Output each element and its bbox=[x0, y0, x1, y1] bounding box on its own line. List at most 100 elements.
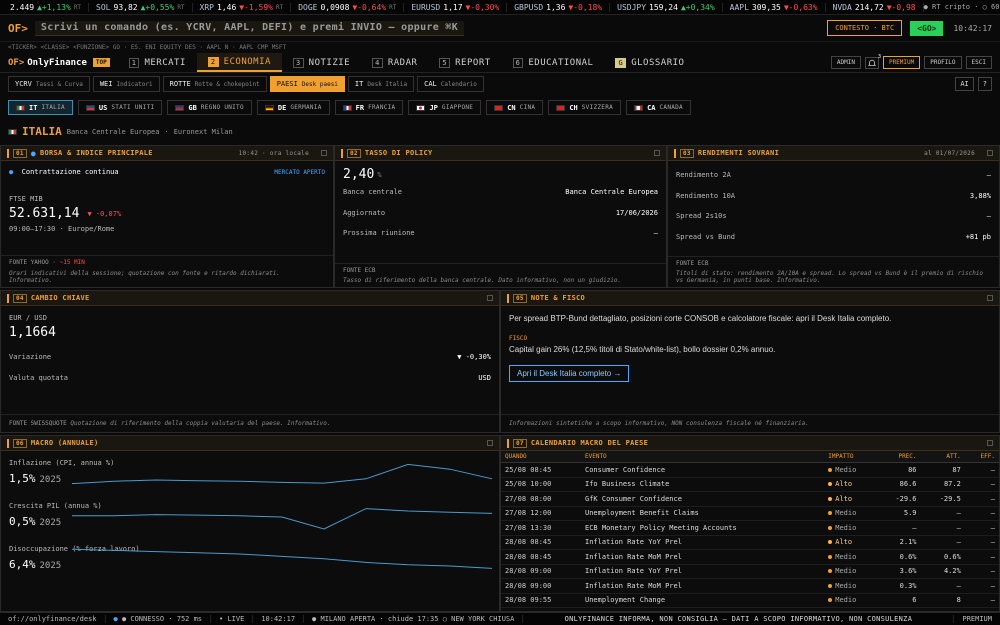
expand-icon[interactable] bbox=[487, 295, 493, 301]
row-label: Valuta quotata bbox=[9, 373, 69, 382]
calendar-cell: 86.6 bbox=[876, 477, 921, 492]
impact-dot-icon bbox=[828, 467, 833, 472]
panel-number: 02 bbox=[347, 148, 361, 158]
ticker-symbol: AAPL bbox=[729, 2, 749, 12]
subtab-rotte[interactable]: ROTTE Rotte & chokepoint bbox=[162, 76, 267, 92]
ticker-item[interactable]: XRP 1,46 ▼-1,59% RT bbox=[193, 2, 292, 12]
calendar-cell: Inflation Rate MoM Prel bbox=[581, 578, 825, 594]
country-code: JP bbox=[429, 103, 438, 112]
tab-economia[interactable]: 2 ECONOMIA bbox=[196, 53, 282, 72]
country-code: CH bbox=[569, 103, 578, 112]
calendar-cell: 3.6% bbox=[876, 564, 921, 579]
country-fr[interactable]: FR FRANCIA bbox=[334, 100, 404, 115]
tab-glossario[interactable]: G GLOSSARIO bbox=[604, 53, 695, 72]
country-ca[interactable]: CA CANADA bbox=[626, 100, 691, 115]
data-row: Rendimento 10A 3,88% bbox=[668, 186, 999, 207]
ai-button[interactable]: AI bbox=[955, 77, 974, 91]
calendar-row[interactable]: 25/08 10:00 Ifo Business Climate Alto 86.6 8… bbox=[501, 477, 999, 492]
row-label: Prossima riunione bbox=[343, 229, 415, 238]
row-value: — bbox=[653, 229, 658, 238]
tab-notizie[interactable]: 3 NOTIZIE bbox=[282, 53, 361, 72]
ticker-item[interactable]: 2.449 ▲+1,13% RT bbox=[0, 2, 90, 12]
tab-mercati[interactable]: 1 MERCATI bbox=[118, 53, 197, 72]
country-name: ITALIA bbox=[41, 104, 65, 111]
tab-report[interactable]: 5 REPORT bbox=[428, 53, 501, 72]
expand-icon[interactable] bbox=[321, 150, 327, 156]
country-de[interactable]: DE GERMANIA bbox=[256, 100, 330, 115]
calendar-cell: 2.1% bbox=[876, 535, 921, 550]
calendar-row[interactable]: 28/08 08:45 Inflation Rate YoY Prel Alto 2.… bbox=[501, 535, 999, 550]
context-button[interactable]: CONTESTO · BTC bbox=[827, 20, 903, 36]
expand-icon[interactable] bbox=[654, 150, 660, 156]
subtab-wei[interactable]: WEI Indicatori bbox=[92, 76, 160, 92]
subtab-code: ROTTE bbox=[169, 80, 191, 88]
help-button[interactable]: ? bbox=[977, 77, 992, 91]
subtab-label: Rotte & chokepoint bbox=[194, 80, 260, 88]
ticker-item[interactable]: GBPUSD 1,36 ▼-0,18% bbox=[507, 2, 611, 12]
calendar-row[interactable]: 28/08 08:45 Inflation Rate MoM Prel Medio 0… bbox=[501, 549, 999, 565]
tab-label: MERCATI bbox=[144, 57, 186, 68]
calendar-cell: Medio bbox=[824, 506, 877, 521]
calendar-cell: 28/08 09:55 bbox=[501, 593, 581, 608]
panel-note: Quotazione di riferimento della coppia v… bbox=[70, 420, 331, 427]
country-it[interactable]: IT ITALIA bbox=[8, 100, 73, 115]
ticker-symbol: USDJPY bbox=[617, 2, 647, 12]
admin-button[interactable]: ADMIN bbox=[830, 56, 861, 69]
calendar-row[interactable]: 28/08 09:00 Inflation Rate MoM Prel Medio 0… bbox=[501, 578, 999, 594]
calendar-cell: Consumer Confidence bbox=[581, 462, 825, 478]
expand-icon[interactable] bbox=[487, 440, 493, 446]
ticker-item[interactable]: SOL 93,82 ▲+0,55% RT bbox=[89, 2, 193, 12]
country-gb[interactable]: GB REGNO UNITO bbox=[167, 100, 252, 115]
row-value: — bbox=[986, 212, 991, 221]
premium-button[interactable]: PREMIUM bbox=[882, 56, 921, 69]
ticker-strip: 2.449 ▲+1,13% RT SOL 93,82 ▲+0,55% RT XRP 1,46 ▼-… bbox=[0, 0, 1000, 15]
go-button[interactable]: <GO> bbox=[910, 20, 944, 36]
calendar-row[interactable]: 27/08 12:00 Unemployment Benefit Claims Me… bbox=[501, 506, 999, 521]
impact-label: Medio bbox=[835, 596, 857, 605]
profile-button[interactable]: PROFILO bbox=[924, 56, 962, 69]
command-input[interactable]: Scrivi un comando (es. YCRV, AAPL, DEFI)… bbox=[34, 20, 465, 36]
country-ch[interactable]: CH SVIZZERA bbox=[548, 100, 622, 115]
expand-icon[interactable] bbox=[987, 150, 993, 156]
ticker-item[interactable]: NVDA 214,72 ▼-0,98 bbox=[826, 2, 924, 12]
calendar-row[interactable]: 25/08 08:45 Consumer Confidence Medio 86 87— bbox=[501, 462, 999, 478]
subtab-label: Indicatori bbox=[116, 80, 153, 88]
ticker-item[interactable]: USDJPY 159,24 ▲+0,34% bbox=[610, 2, 723, 12]
subtab-paesi[interactable]: PAESI Desk paesi bbox=[269, 76, 345, 92]
expand-icon[interactable] bbox=[987, 295, 993, 301]
open-desk-italia-button[interactable]: Apri il Desk Italia completo → bbox=[509, 365, 630, 382]
ticker-item[interactable]: EURUSD 1,17 ▼-0,30% bbox=[404, 2, 508, 12]
expand-icon[interactable] bbox=[987, 440, 993, 446]
data-row: Banca centrale Banca Centrale Europea bbox=[335, 182, 666, 203]
tab-educational[interactable]: 6 EDUCATIONAL bbox=[502, 53, 605, 72]
ticker-item[interactable]: AAPL 309,35 ▼-0,63% bbox=[723, 2, 826, 12]
subtab-cal[interactable]: CAL Calendario bbox=[417, 76, 484, 92]
country-cn[interactable]: CN CINA bbox=[486, 100, 544, 115]
sparkline-line bbox=[72, 508, 493, 530]
market-hours: ● MILANO APERTA · chiude 17:35 ○ NEW YOR… bbox=[304, 615, 524, 623]
calendar-cell: — bbox=[964, 520, 999, 536]
subtab-it[interactable]: IT Desk Italia bbox=[347, 76, 415, 92]
calendar-row[interactable]: 27/08 13:30 ECB Monetary Policy Meeting A… bbox=[501, 520, 999, 536]
subtab-label: Tassi & Curva bbox=[35, 80, 83, 88]
tab-radar[interactable]: 4 RADAR bbox=[361, 53, 428, 72]
country-jp[interactable]: JP GIAPPONE bbox=[408, 100, 482, 115]
ticker-item[interactable]: DOGE 0,0908 ▼-0,64% RT bbox=[291, 2, 405, 12]
calendar-row[interactable]: 28/08 09:55 Unemployment Change Medio 6 8— bbox=[501, 593, 999, 608]
country-us[interactable]: US STATI UNITI bbox=[77, 100, 163, 115]
panel-title: MACRO (ANNUALE) bbox=[30, 439, 99, 447]
calendar-cell: — bbox=[920, 578, 965, 594]
subtab-ycrv[interactable]: YCRV Tassi & Curva bbox=[8, 76, 90, 92]
panel-number: 03 bbox=[680, 148, 694, 158]
row-label: Spread 2s10s bbox=[676, 212, 727, 221]
macro-value: 6,4% bbox=[9, 558, 36, 571]
connection-status: ● CONNESSO · 752 ms bbox=[121, 615, 203, 623]
brand-logo[interactable]: OF> OnlyFinance TOP bbox=[0, 53, 118, 72]
calendar-row[interactable]: 28/08 09:00 Inflation Rate YoY Prel Medio 3… bbox=[501, 564, 999, 579]
tab-number: 2 bbox=[207, 56, 219, 67]
exit-button[interactable]: ESCI bbox=[965, 56, 992, 69]
notifications-button[interactable]: 3 bbox=[864, 54, 881, 69]
flag-icon bbox=[416, 104, 426, 111]
calendar-row[interactable]: 27/08 08:00 GfK Consumer Confidence Alto -2… bbox=[501, 491, 999, 507]
panel-fx: 04 CAMBIO CHIAVE EUR / USD 1,1664 Variazi… bbox=[0, 290, 500, 433]
